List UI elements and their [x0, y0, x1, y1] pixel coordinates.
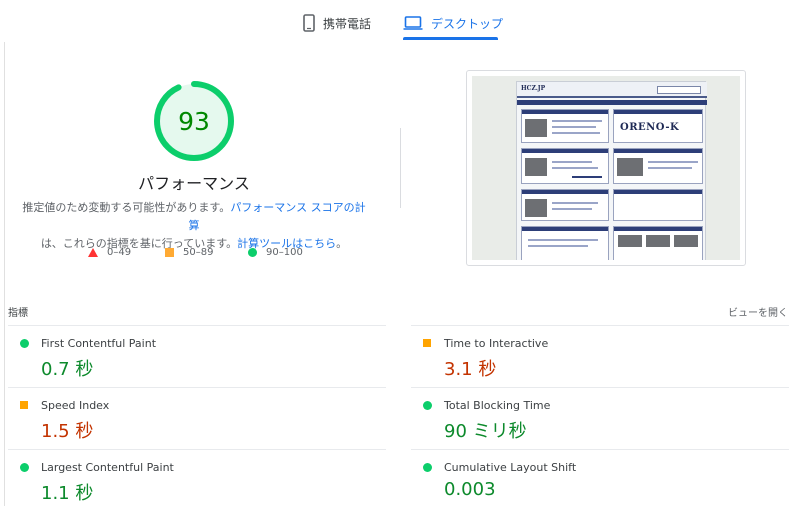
left-border — [4, 42, 5, 506]
phone-icon — [303, 14, 315, 32]
legend-fail-range: 0–49 — [107, 247, 132, 258]
banner-text: ORENO-K — [620, 122, 680, 133]
legend-average-range: 50–89 — [183, 247, 214, 258]
metric-name: Time to Interactive — [444, 337, 549, 350]
site-search-box — [657, 86, 701, 94]
tab-desktop[interactable]: デスクトップ — [403, 8, 503, 38]
site-card — [521, 148, 609, 184]
site-header: HCZ.JP — [517, 82, 707, 98]
legend-pass: 90–100 — [248, 247, 303, 258]
score-description: 推定値のため変動する可能性があります。パフォーマンス スコアの計算 は、これらの… — [20, 199, 368, 253]
laptop-icon — [403, 16, 423, 30]
metric-value: 0.7 秒 — [41, 359, 94, 380]
site-card — [521, 109, 609, 143]
performance-gauge[interactable]: 93 — [153, 80, 235, 162]
screenshot-image: HCZ.JP ORENO-K — [472, 76, 740, 260]
site-nav-bar — [517, 100, 707, 105]
tab-desktop-label: デスクトップ — [431, 16, 504, 31]
metric-value: 3.1 秒 — [444, 359, 497, 380]
site-logo: HCZ.JP — [521, 85, 546, 92]
tab-mobile[interactable]: 携帯電話 — [303, 8, 371, 38]
metric-value: 1.1 秒 — [41, 483, 94, 504]
metric-value: 1.5 秒 — [41, 421, 94, 442]
desc-text-1: 推定値のため変動する可能性があります。 — [22, 201, 231, 214]
pass-circle-icon — [20, 463, 29, 472]
pass-circle-icon — [20, 339, 29, 348]
site-card — [613, 226, 703, 260]
legend-fail: 0–49 — [88, 247, 131, 258]
score-legend: 0–49 50–89 90–100 — [0, 247, 388, 261]
metric-value: 90 ミリ秒 — [444, 421, 527, 442]
circle-icon — [248, 248, 257, 257]
metrics-heading: 指標 — [8, 308, 28, 319]
section-divider — [400, 128, 401, 208]
metric-cumulative-layout-shift: Cumulative Layout Shift 0.003 — [411, 449, 789, 506]
metric-speed-index: Speed Index 1.5 秒 — [8, 387, 386, 449]
legend-pass-range: 90–100 — [266, 247, 303, 258]
device-tabs: 携帯電話 デスクトップ — [0, 0, 800, 42]
gauge-title: パフォーマンス — [138, 174, 250, 193]
triangle-icon — [88, 248, 98, 257]
tab-mobile-label: 携帯電話 — [323, 16, 372, 31]
average-square-icon — [423, 339, 431, 347]
square-icon — [165, 248, 174, 257]
legend-average: 50–89 — [165, 247, 213, 258]
average-square-icon — [20, 401, 28, 409]
active-tab-indicator — [403, 37, 498, 40]
site-card — [521, 189, 609, 221]
metric-first-contentful-paint: First Contentful Paint 0.7 秒 — [8, 325, 386, 387]
site-thumbnail: HCZ.JP ORENO-K — [516, 81, 707, 260]
metric-time-to-interactive: Time to Interactive 3.1 秒 — [411, 325, 789, 387]
pass-circle-icon — [423, 463, 432, 472]
page-screenshot[interactable]: HCZ.JP ORENO-K — [466, 70, 746, 266]
site-banner-card: ORENO-K — [613, 109, 703, 143]
expand-view-toggle[interactable]: ビューを開く — [728, 304, 788, 319]
metric-name: Total Blocking Time — [444, 399, 551, 412]
metric-largest-contentful-paint: Largest Contentful Paint 1.1 秒 — [8, 449, 386, 506]
metric-total-blocking-time: Total Blocking Time 90 ミリ秒 — [411, 387, 789, 449]
site-card — [613, 189, 703, 221]
metric-name: Speed Index — [41, 399, 110, 412]
metric-name: Cumulative Layout Shift — [444, 461, 577, 474]
site-card — [613, 148, 703, 184]
metric-value: 0.003 — [444, 479, 496, 500]
metric-name: Largest Contentful Paint — [41, 461, 174, 474]
pass-circle-icon — [423, 401, 432, 410]
site-card — [521, 226, 609, 260]
metric-name: First Contentful Paint — [41, 337, 157, 350]
performance-score: 93 — [178, 106, 210, 136]
